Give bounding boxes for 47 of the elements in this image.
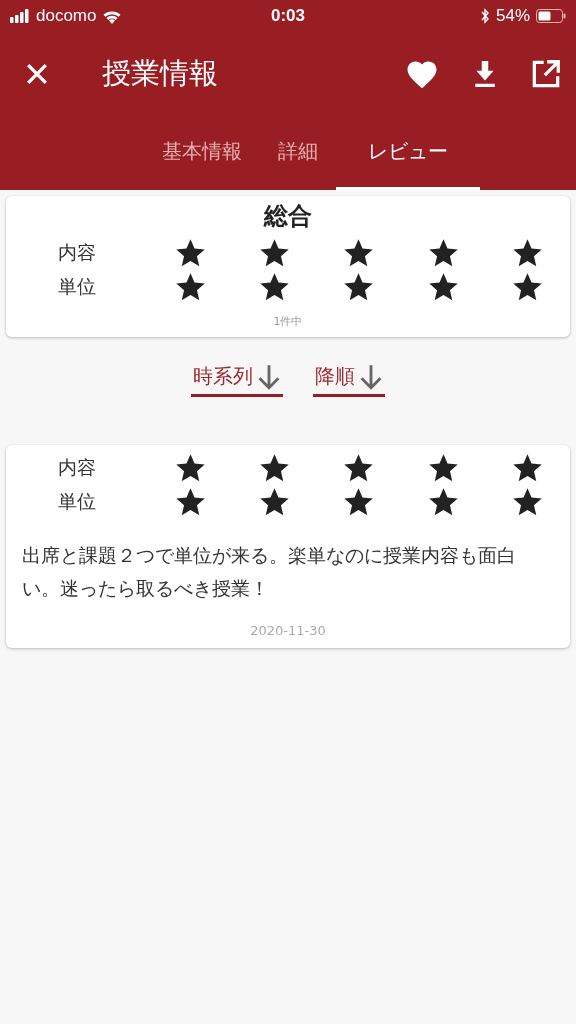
review-date: 2020-11-30 (249, 623, 327, 638)
carrier-name: docomo (36, 6, 97, 26)
filled-star-icon (427, 487, 459, 517)
bluetooth-icon (479, 8, 490, 24)
filled-star-icon (512, 487, 544, 517)
review-count: 1件中 (272, 314, 304, 329)
filled-star-icon (512, 272, 544, 302)
sort-dropdown[interactable]: 時系列 (191, 359, 283, 397)
filled-star-icon (343, 238, 375, 268)
heart-icon (406, 59, 438, 89)
filled-star-icon (343, 272, 375, 302)
close-icon (26, 63, 48, 85)
down-arrow-icon (359, 363, 383, 390)
rating-label: 内容 (57, 455, 97, 480)
download-icon (474, 61, 496, 87)
battery-icon (536, 9, 566, 23)
tab[interactable]: レビュー (336, 116, 480, 190)
rating-label: 内容 (57, 240, 97, 265)
filled-star-icon (174, 453, 206, 483)
filled-star-icon (427, 272, 459, 302)
rating-label: 単位 (57, 274, 97, 299)
wifi-icon (102, 8, 123, 24)
tab[interactable]: 詳細 (260, 116, 336, 190)
filled-star-icon (512, 453, 544, 483)
filled-star-icon (512, 238, 544, 268)
filled-star-icon (427, 238, 459, 268)
filled-star-icon (259, 272, 291, 302)
summary-title: 総合 (262, 201, 313, 232)
review-text: 出席と課題２つで単位が来る。楽単なのに授業内容も面白い。迷ったら取るべき授業！ (22, 543, 517, 601)
filled-star-icon (174, 238, 206, 268)
down-arrow-icon (257, 363, 281, 390)
filled-star-icon (427, 453, 459, 483)
filled-star-icon (259, 487, 291, 517)
rating-label: 単位 (57, 489, 97, 514)
filled-star-icon (259, 453, 291, 483)
filled-star-icon (174, 487, 206, 517)
filled-star-icon (343, 453, 375, 483)
signal-icon (10, 9, 30, 23)
filled-star-icon (343, 487, 375, 517)
battery-percent: 54% (495, 6, 530, 26)
external-link-icon (532, 60, 560, 88)
filled-star-icon (174, 272, 206, 302)
clock-time: 0:03 (271, 6, 305, 26)
sort-dropdown[interactable]: 降順 (313, 359, 385, 397)
filled-star-icon (259, 238, 291, 268)
page-title: 授業情報 (102, 55, 219, 92)
tab[interactable]: 基本情報 (144, 116, 260, 190)
